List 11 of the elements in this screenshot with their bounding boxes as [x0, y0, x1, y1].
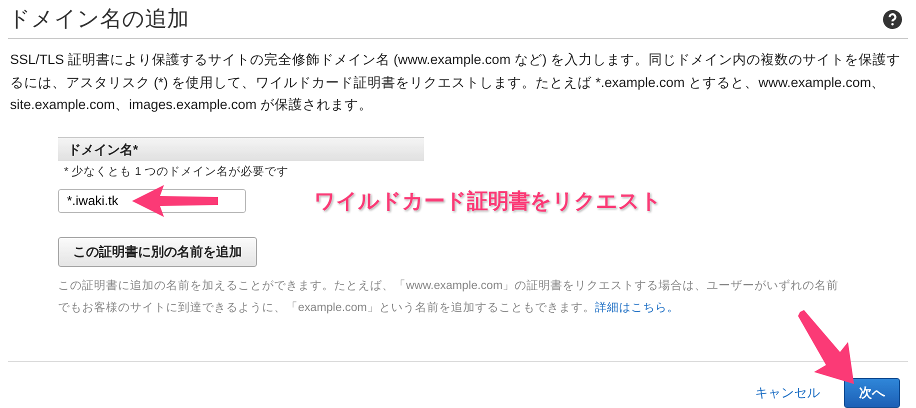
section-header: ドメイン名* [58, 136, 424, 160]
cancel-link[interactable]: キャンセル [755, 384, 820, 402]
help-icon[interactable] [883, 10, 902, 28]
description-text: SSL/TLS 証明書により保護するサイトの完全修飾ドメイン名 (www.example.com など) を入力します。同じドメイン内の複数のサイトを保護するには、アスタリスク (*) を使用して、ワイルドカード証明書をリクエストします。たとえば *.example.com とすると、www.example.com、site.example.com、images.example.com が保護されます。 [10, 51, 902, 114]
required-hint: * 少なくとも 1 つのドメイン名が必要です [64, 164, 290, 178]
details-link[interactable]: 詳細はこちら。 [594, 300, 679, 314]
annotation-text: ワイルドカード証明書をリクエスト [314, 188, 662, 214]
next-button[interactable]: 次へ [844, 378, 900, 408]
add-name-button[interactable]: この証明書に別の名前を追加 [58, 236, 257, 266]
help-text: この証明書に追加の名前を加えることができます。たとえば、「www.example.com」の証明書をリクエストする場合は、ユーザーがいずれの名前でもお客様のサイトに到達できるように、「example.com」という名前を追加することもできます。詳細はこちら。 [58, 278, 840, 316]
page-title: ドメイン名の追加 [8, 5, 189, 33]
